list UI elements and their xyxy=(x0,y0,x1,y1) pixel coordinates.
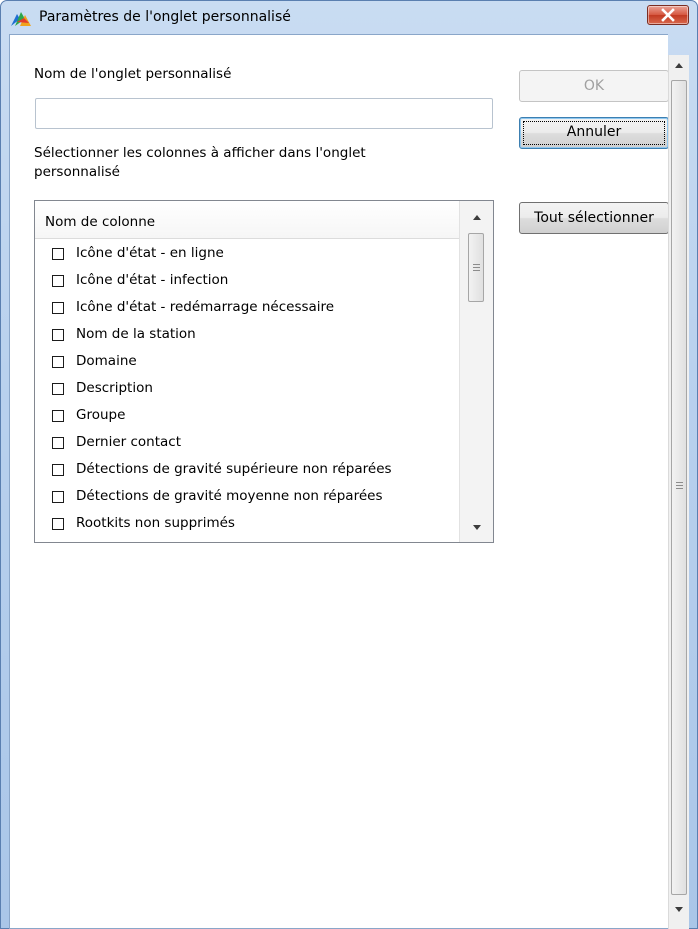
list-item[interactable]: Rootkits non supprimés xyxy=(35,512,459,539)
list-item-label: Icône d'état - redémarrage nécessaire xyxy=(76,299,335,315)
cancel-button[interactable]: Annuler xyxy=(519,117,669,149)
list-item[interactable]: Dernier contact xyxy=(35,431,459,458)
ok-button-label: OK xyxy=(583,78,605,94)
list-item-label: Icône d'état - infection xyxy=(76,272,229,288)
column-checkbox[interactable] xyxy=(52,437,64,449)
column-checkbox[interactable] xyxy=(52,410,64,422)
list-item-label: Dernier contact xyxy=(76,434,181,450)
list-item[interactable]: Détections de gravité moyenne non réparé… xyxy=(35,485,459,512)
grip-line xyxy=(676,485,683,486)
list-item[interactable]: Icône d'état - redémarrage nécessaire xyxy=(35,296,459,323)
columns-label-continued: personnalisé xyxy=(34,164,120,180)
list-item[interactable]: Description xyxy=(35,377,459,404)
window-scrollbar[interactable] xyxy=(668,55,689,929)
column-checkbox[interactable] xyxy=(52,464,64,476)
list-item-label: Groupe xyxy=(76,407,126,423)
list-item-label: Détections de gravité moyenne non réparé… xyxy=(76,488,383,504)
select-all-button[interactable]: Tout sélectionner xyxy=(519,202,669,234)
column-name-header-label: Nom de colonne xyxy=(45,214,156,230)
list-item-label: Nom de la station xyxy=(76,326,196,342)
tab-name-label: Nom de l'onglet personnalisé xyxy=(34,66,232,82)
grip-line xyxy=(676,488,683,489)
grip-line xyxy=(473,264,480,265)
list-item-label: Icône d'état - en ligne xyxy=(76,245,224,261)
column-checkbox[interactable] xyxy=(52,275,64,287)
focus-indicator xyxy=(523,121,665,145)
list-item[interactable]: Groupe xyxy=(35,404,459,431)
grip-line xyxy=(473,270,480,271)
list-item[interactable]: Détections de gravité supérieure non rép… xyxy=(35,458,459,485)
window-title: Paramètres de l'onglet personnalisé xyxy=(39,9,291,25)
select-all-button-label: Tout sélectionner xyxy=(534,210,654,226)
scroll-up-arrow-icon[interactable] xyxy=(473,215,481,220)
scroll-up-arrow-icon[interactable] xyxy=(675,63,683,68)
column-checkbox[interactable] xyxy=(52,356,64,368)
list-scroll-thumb[interactable] xyxy=(468,233,484,302)
list-item[interactable]: Icône d'état - en ligne xyxy=(35,242,459,269)
scroll-down-arrow-icon[interactable] xyxy=(675,907,683,912)
columns-label: Sélectionner les colonnes à afficher dan… xyxy=(34,145,366,161)
column-checkbox[interactable] xyxy=(52,491,64,503)
scroll-down-arrow-icon[interactable] xyxy=(473,525,481,530)
grip-line xyxy=(473,267,480,268)
columns-list[interactable]: Nom de colonne Icône d'état - en ligne I… xyxy=(34,200,494,543)
window-scroll-thumb[interactable] xyxy=(671,80,687,895)
column-name-header[interactable]: Nom de colonne xyxy=(35,201,459,239)
list-item-label: Domaine xyxy=(76,353,137,369)
tab-name-input[interactable] xyxy=(35,98,493,129)
dialog-window: Paramètres de l'onglet personnalisé Nom … xyxy=(0,0,698,929)
title-bar[interactable]: Paramètres de l'onglet personnalisé xyxy=(1,1,697,37)
column-checkbox[interactable] xyxy=(52,383,64,395)
close-button[interactable] xyxy=(647,5,689,25)
column-checkbox[interactable] xyxy=(52,248,64,260)
list-item[interactable]: Icône d'état - infection xyxy=(35,269,459,296)
list-item-label: Détections de gravité supérieure non rép… xyxy=(76,461,392,477)
list-item[interactable]: Domaine xyxy=(35,350,459,377)
close-icon xyxy=(661,8,675,22)
column-checkbox[interactable] xyxy=(52,302,64,314)
list-item-label: Rootkits non supprimés xyxy=(76,515,235,531)
list-scrollbar[interactable] xyxy=(459,201,493,542)
column-checkbox[interactable] xyxy=(52,329,64,341)
ok-button[interactable]: OK xyxy=(519,70,669,102)
list-item-label: Description xyxy=(76,380,153,396)
grip-line xyxy=(676,482,683,483)
list-item[interactable]: Nom de la station xyxy=(35,323,459,350)
column-checkbox[interactable] xyxy=(52,518,64,530)
avg-logo-icon xyxy=(11,12,31,26)
